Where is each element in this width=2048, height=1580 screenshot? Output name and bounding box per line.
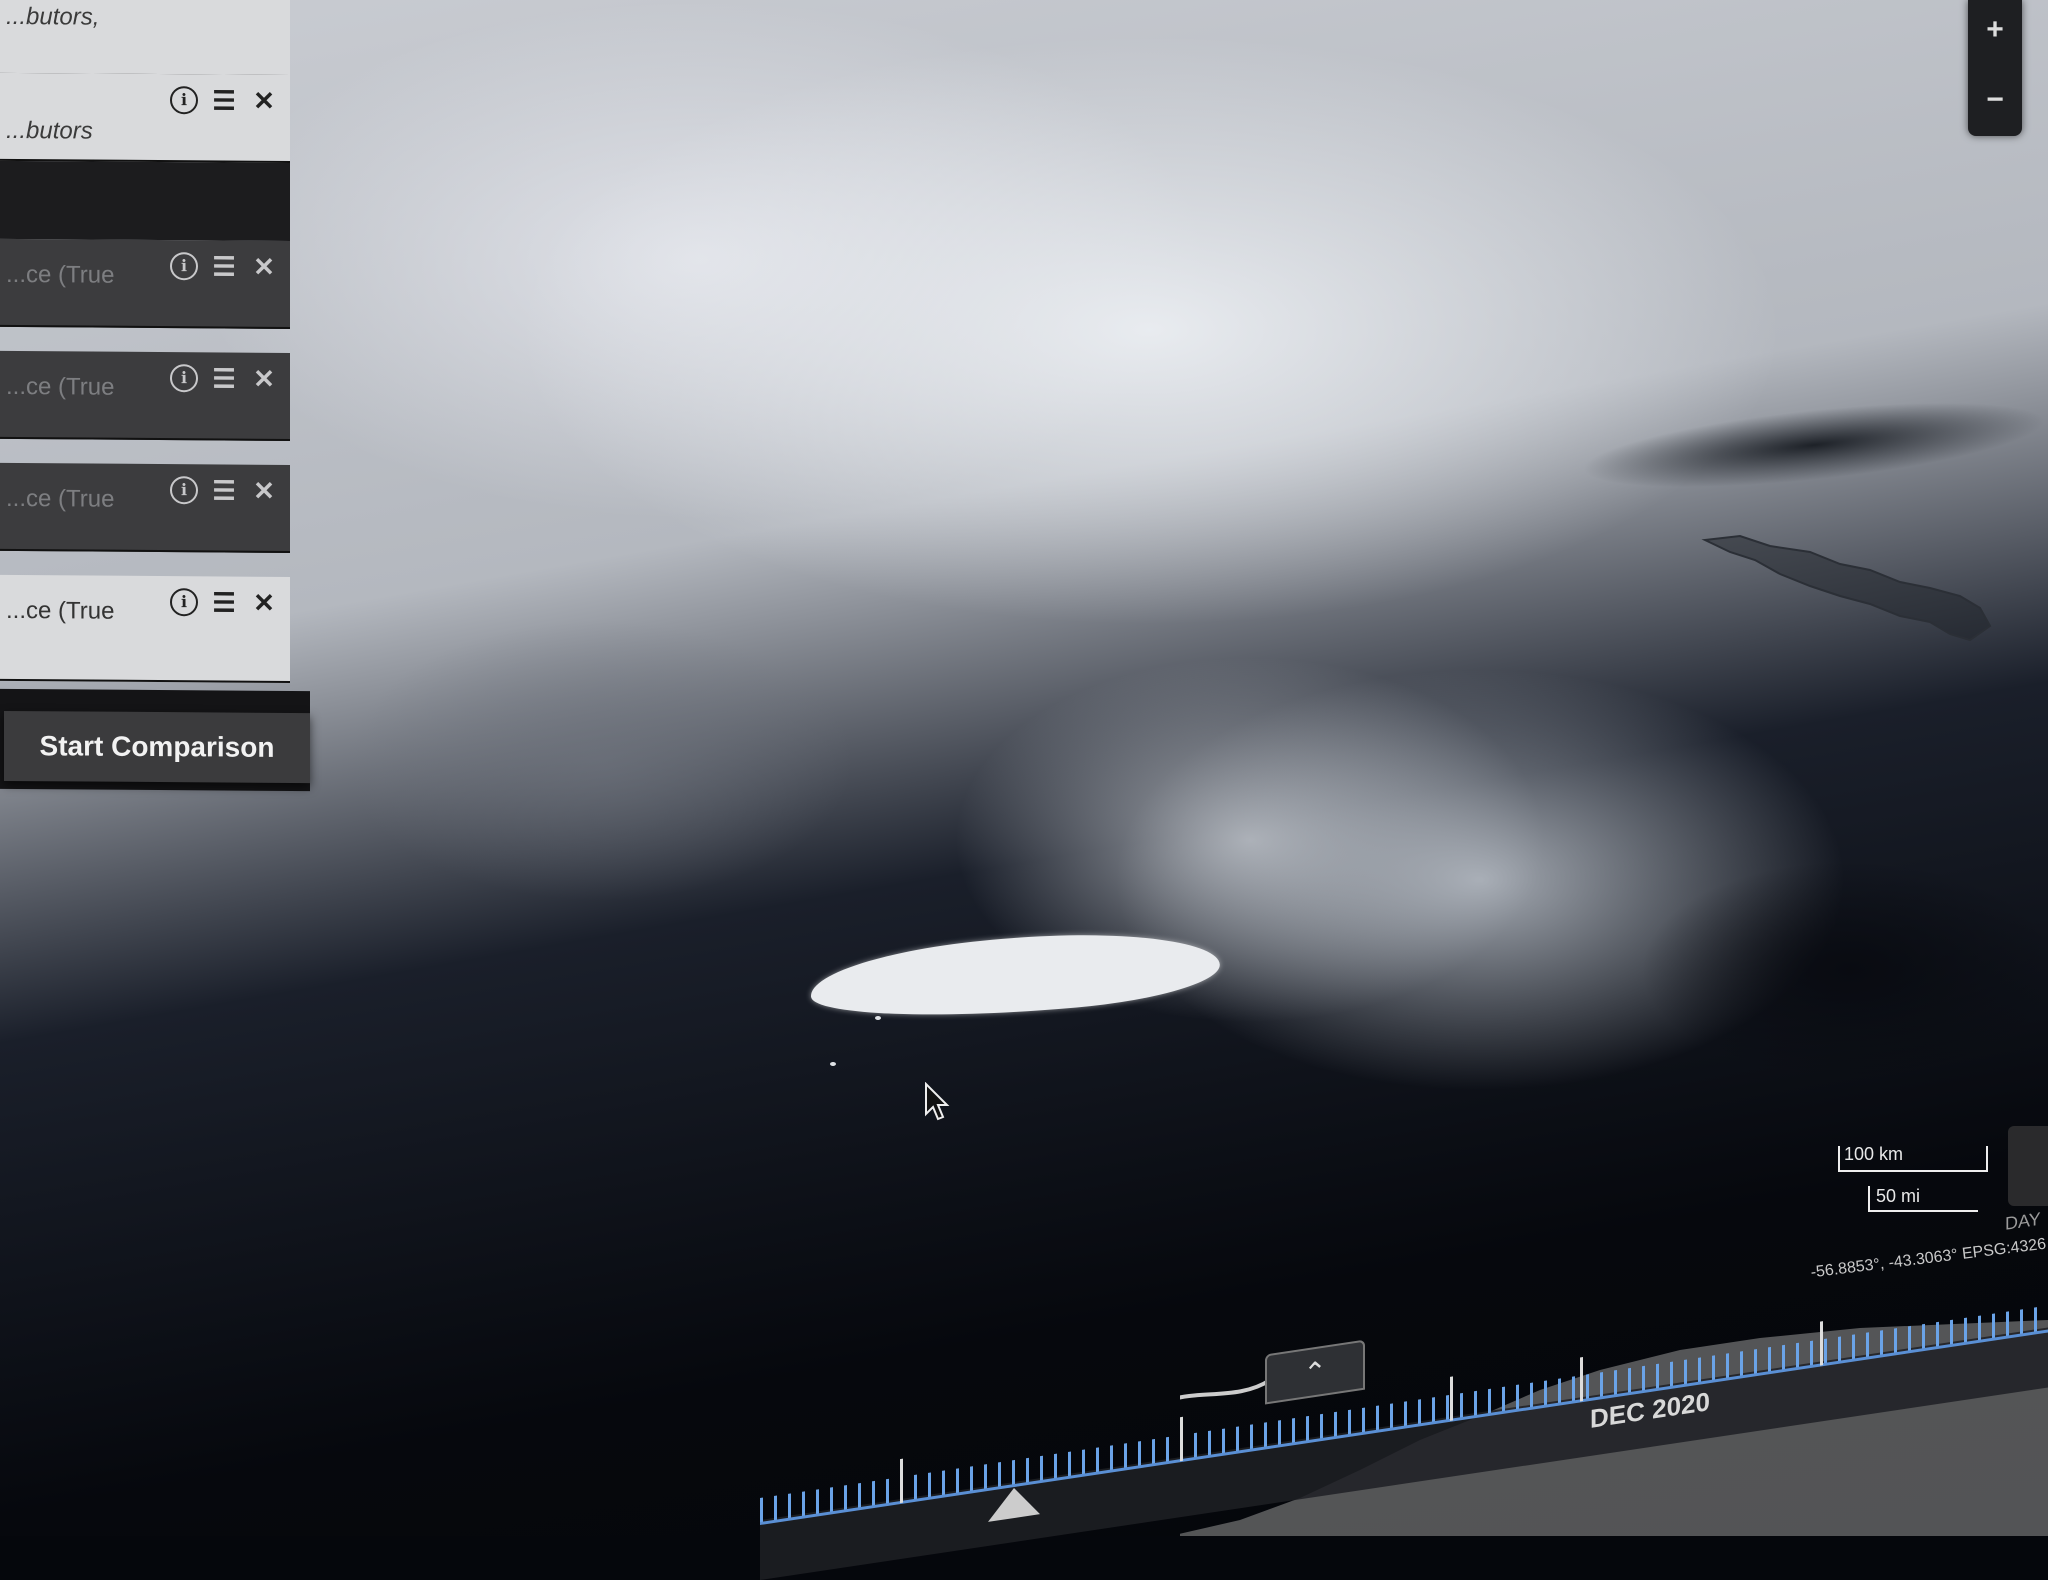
layer-group-header (0, 160, 290, 241)
chevron-up-icon[interactable]: ⌃ (1265, 1339, 1365, 1405)
ice-fragment (830, 1062, 836, 1066)
layer-panel: ...butors, ...butors i ☰ ✕ ...ce (True i… (0, 0, 310, 792)
island-outline (1701, 534, 1992, 642)
layer-name: ...ce (True (6, 372, 115, 401)
info-icon[interactable]: i (170, 588, 198, 617)
start-comparison-button[interactable]: Start Comparison (4, 710, 310, 784)
layer-name: ...butors, (6, 2, 100, 31)
close-icon[interactable]: ✕ (250, 588, 278, 618)
open-ocean-area (1640, 860, 2048, 1080)
layer-name: ...ce (True (6, 484, 115, 513)
layer-item[interactable]: ...ce (True i ☰ ✕ (0, 350, 290, 441)
options-icon[interactable]: ☰ (210, 475, 238, 505)
cloud-gap (1577, 385, 2048, 505)
cursor-icon (925, 1082, 950, 1121)
timeline-major-tick (1820, 1321, 1823, 1366)
info-icon[interactable]: i (170, 364, 198, 393)
layer-item[interactable]: ...ce (True i ☰ ✕ (0, 462, 290, 553)
layer-name: ...butors (6, 116, 93, 145)
info-icon[interactable]: i (170, 86, 198, 115)
timeline-major-tick (1450, 1376, 1453, 1421)
close-icon[interactable]: ✕ (250, 86, 278, 116)
info-icon[interactable]: i (170, 476, 198, 505)
zoom-in-button[interactable]: + (1968, 0, 2022, 60)
options-icon[interactable]: ☰ (210, 85, 238, 115)
timeline-zoom-label[interactable]: DAY (2005, 1209, 2041, 1235)
layer-name: ...ce (True (6, 596, 115, 625)
layer-item[interactable]: ...butors, (0, 0, 290, 77)
timeline-major-tick (1580, 1357, 1583, 1402)
layer-name: ...ce (True (6, 260, 115, 289)
info-icon[interactable]: i (170, 252, 198, 281)
layer-item[interactable]: ...ce (True i ☰ ✕ (0, 238, 290, 329)
timeline-major-tick (900, 1458, 903, 1504)
timeline-major-tick (1180, 1416, 1183, 1462)
close-icon[interactable]: ✕ (250, 252, 278, 282)
close-icon[interactable]: ✕ (250, 364, 278, 394)
layer-item[interactable]: ...butors i ☰ ✕ (0, 72, 290, 163)
iceberg (807, 923, 1223, 1027)
options-icon[interactable]: ☰ (210, 251, 238, 281)
ice-fragment (875, 1016, 881, 1020)
close-icon[interactable]: ✕ (250, 476, 278, 506)
options-icon[interactable]: ☰ (210, 587, 238, 617)
options-icon[interactable]: ☰ (210, 363, 238, 393)
zoom-control: + − (1968, 0, 2022, 136)
layer-item[interactable]: ...ce (True i ☰ ✕ (0, 574, 290, 683)
zoom-out-button[interactable]: − (1968, 70, 2022, 130)
